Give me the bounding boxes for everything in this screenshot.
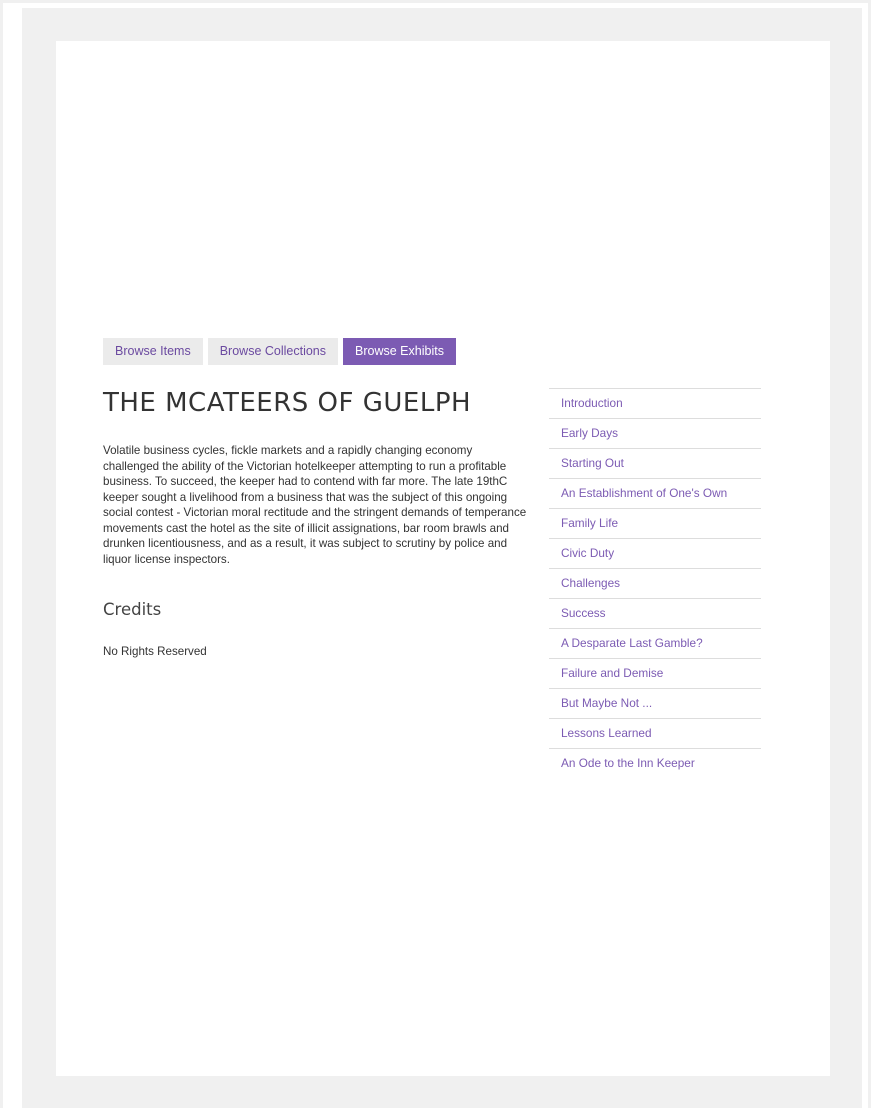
browse-collections-tab[interactable]: Browse Collections <box>207 338 339 365</box>
toc-item-maybe-not[interactable]: But Maybe Not ... <box>549 689 761 719</box>
exhibit-title: THE MCATEERS OF GUELPH <box>103 388 472 418</box>
toc-item-challenges[interactable]: Challenges <box>549 569 761 599</box>
exhibit-page-list: Introduction Early Days Starting Out An … <box>549 388 761 778</box>
toc-item-establishment[interactable]: An Establishment of One's Own <box>549 479 761 509</box>
exhibit-description: Volatile business cycles, fickle markets… <box>103 444 527 566</box>
toc-item-family-life[interactable]: Family Life <box>549 509 761 539</box>
toc-item-lessons-learned[interactable]: Lessons Learned <box>549 719 761 749</box>
browse-nav: Browse Items Browse Collections Browse E… <box>103 338 456 365</box>
toc-item-early-days[interactable]: Early Days <box>549 419 761 449</box>
browse-exhibits-tab[interactable]: Browse Exhibits <box>343 338 456 365</box>
toc-item-ode-inn-keeper[interactable]: An Ode to the Inn Keeper <box>549 749 761 778</box>
toc-item-success[interactable]: Success <box>549 599 761 629</box>
credits-heading: Credits <box>103 600 162 619</box>
toc-item-civic-duty[interactable]: Civic Duty <box>549 539 761 569</box>
browse-items-tab[interactable]: Browse Items <box>103 338 203 365</box>
toc-item-starting-out[interactable]: Starting Out <box>549 449 761 479</box>
toc-item-last-gamble[interactable]: A Desparate Last Gamble? <box>549 629 761 659</box>
toc-item-introduction[interactable]: Introduction <box>549 389 761 419</box>
toc-item-failure-demise[interactable]: Failure and Demise <box>549 659 761 689</box>
credits-text: No Rights Reserved <box>103 645 207 658</box>
